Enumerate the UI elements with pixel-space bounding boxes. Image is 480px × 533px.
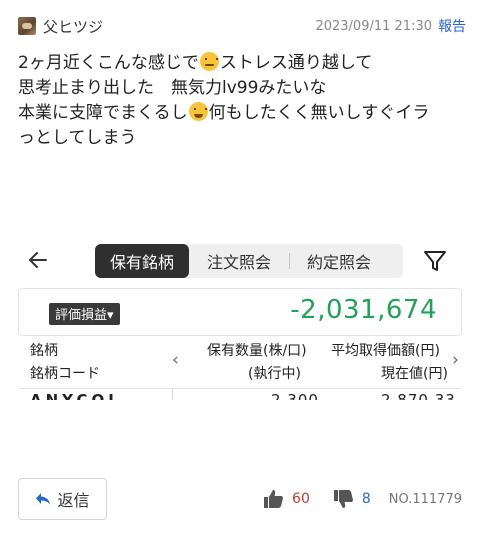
- valuation-pl-label: 評価損益▾: [49, 303, 120, 325]
- chevron-right-icon: ›: [452, 350, 459, 370]
- post-date: 2023/09/11 21:30: [315, 18, 432, 34]
- report-link[interactable]: 報告: [438, 16, 466, 36]
- sweat-smile-emoji-icon: [188, 102, 208, 121]
- reply-button[interactable]: 返信: [18, 478, 107, 520]
- post-line-1: 2ヶ月近くこんな感じで ストレス通り越して: [18, 52, 373, 73]
- row-quantity: 2,300: [271, 391, 319, 400]
- column-divider: [172, 388, 173, 400]
- col-header-current-price: 現在値(円): [381, 366, 448, 382]
- post-line-2: 思考止まり出した 無気力lv99みたいな: [18, 78, 327, 98]
- like-count: 60: [292, 491, 310, 507]
- col-header-pending: (執行中): [248, 366, 301, 382]
- post-header: 父ヒツジ 2023/09/11 21:30 報告: [18, 14, 466, 38]
- thumbs-up-icon[interactable]: [262, 488, 284, 510]
- vote-bar: 60 8 NO.111779: [262, 488, 462, 510]
- post-line-3: 本業に支障でまくるし 何もしたくく無いしすぐイラ: [18, 102, 430, 123]
- dislike-count: 8: [361, 491, 371, 507]
- post-number: NO.111779: [388, 491, 462, 507]
- attached-screenshot[interactable]: 保有銘柄 注文照会 約定照会 評価損益▾ -2,031,674 銘柄 銘柄コード…: [18, 240, 462, 400]
- table-row: ANYCOL… 2,300 2,870.33: [18, 388, 462, 400]
- row-avg-price: 2,870.33: [381, 391, 456, 400]
- row-stock-name: ANYCOL…: [30, 391, 141, 400]
- holdings-tab-bar: 保有銘柄 注文照会 約定照会: [95, 244, 403, 278]
- tab-execution-inquiry: 約定照会: [289, 244, 389, 278]
- chevron-left-icon: ‹: [172, 350, 179, 370]
- thumbs-down-icon[interactable]: [332, 488, 354, 510]
- valuation-pl-value: -2,031,674: [290, 295, 437, 325]
- post-body: 2ヶ月近くこんな感じで ストレス通り越して 思考止まり出した 無気力lv99みたい…: [18, 51, 468, 151]
- filter-icon: [422, 248, 448, 274]
- thinking-face-emoji-icon: [199, 52, 219, 71]
- col-header-avg-price: 平均取得価額(円): [331, 343, 440, 359]
- valuation-pl-box: 評価損益▾ -2,031,674: [18, 288, 462, 336]
- arrow-left-icon: [26, 248, 56, 272]
- tab-holdings: 保有銘柄: [95, 244, 189, 278]
- col-header-code: 銘柄コード: [30, 366, 100, 382]
- avatar[interactable]: [18, 17, 36, 35]
- reply-label: 返信: [57, 491, 90, 510]
- post-line-4: っとしてしまう: [18, 128, 137, 148]
- post-meta: 2023/09/11 21:30 報告: [315, 16, 466, 36]
- col-header-quantity: 保有数量(株/口): [207, 343, 307, 359]
- col-header-name: 銘柄: [30, 343, 58, 359]
- username[interactable]: 父ヒツジ: [43, 16, 103, 37]
- reply-arrow-icon: [36, 493, 51, 505]
- tab-order-inquiry: 注文照会: [206, 253, 271, 272]
